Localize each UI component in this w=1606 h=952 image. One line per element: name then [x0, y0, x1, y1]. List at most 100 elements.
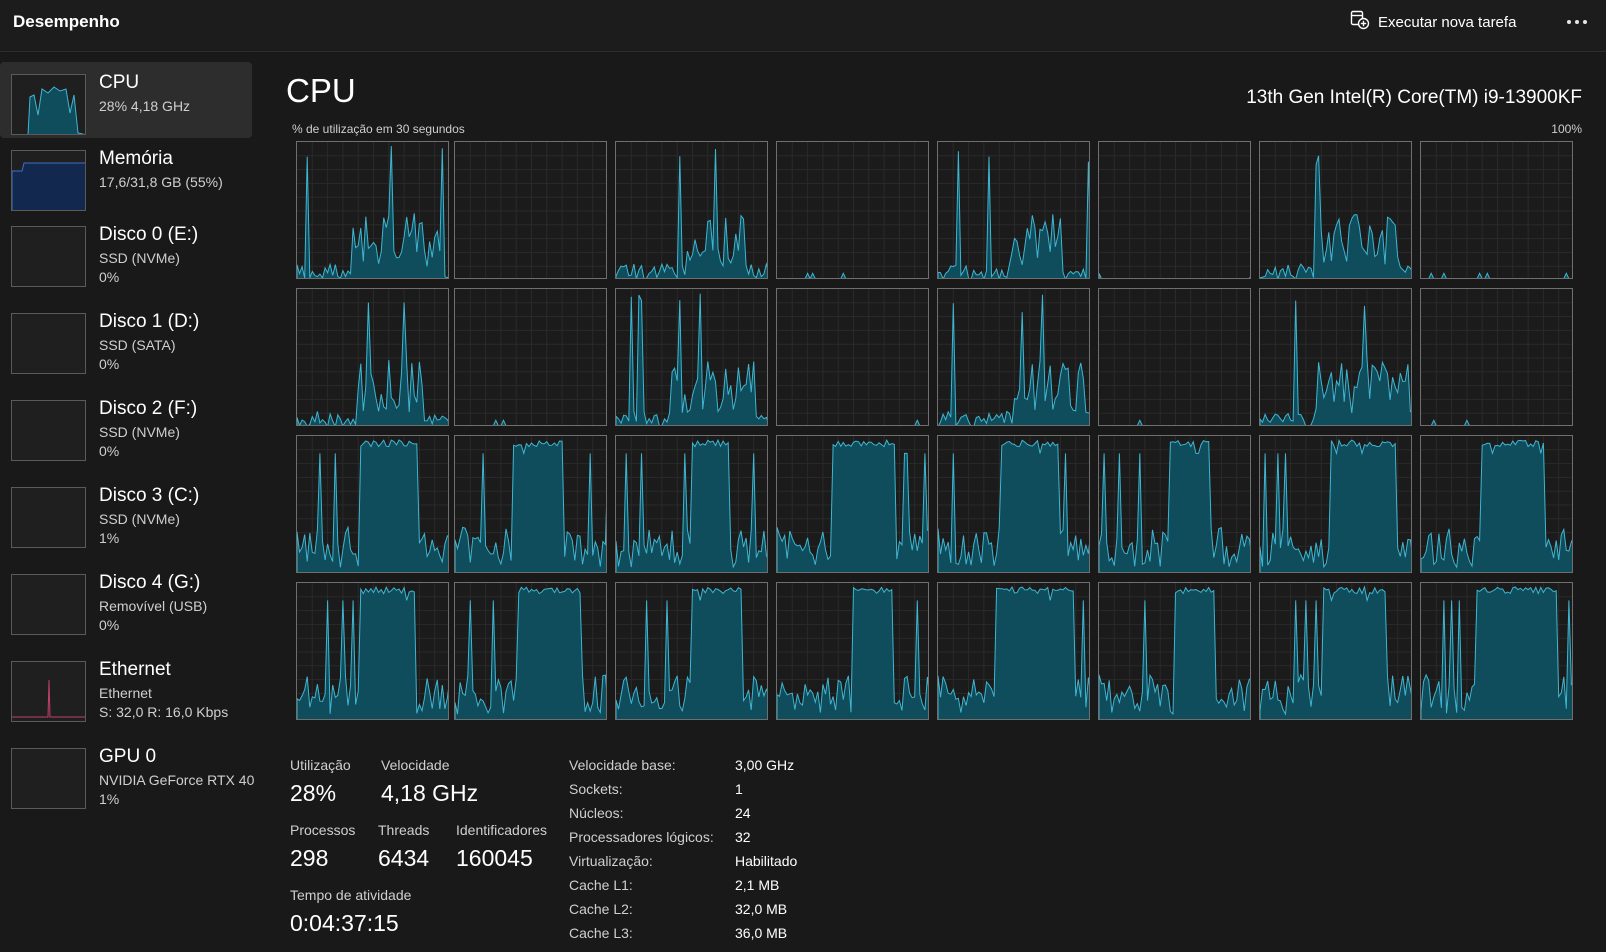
core-graph	[776, 288, 929, 426]
spec-value: 32	[735, 829, 751, 845]
core-usage-line	[777, 586, 928, 719]
spec-value: Habilitado	[735, 853, 798, 869]
sidebar-item-title: Disco 2 (F:)	[99, 398, 198, 419]
sidebar-item-subtitle: 28% 4,18 GHz	[99, 98, 191, 114]
utilization-value: 28%	[290, 780, 337, 806]
sidebar-thumbnail-graph	[11, 748, 86, 809]
sidebar-item-cpu-0[interactable]: CPU 28% 4,18 GHz	[0, 62, 252, 138]
processes-label: Processos	[290, 822, 356, 838]
spec-label: Cache L3:	[569, 925, 633, 941]
core-usage-line	[1137, 419, 1143, 425]
core-graph	[1259, 141, 1412, 279]
task-manager-window: Desempenho Executar nova tarefa CPU 28% 4…	[0, 0, 1606, 952]
speed-label: Velocidade	[381, 757, 450, 773]
processes-value: 298	[290, 845, 329, 871]
sidebar-item-subtitle: SSD (NVMe)	[99, 511, 180, 527]
run-new-task-button[interactable]: Executar nova tarefa	[1350, 8, 1516, 36]
sidebar-thumbnail-graph	[11, 74, 86, 135]
core-usage-line	[616, 587, 767, 719]
core-usage-line	[938, 439, 1089, 572]
threads-value: 6434	[378, 845, 430, 871]
sidebar-item-disk-5[interactable]: Disco 3 (C:) SSD (NVMe) 1%	[0, 475, 252, 551]
sidebar-thumbnail-graph	[11, 661, 86, 722]
core-graph	[1259, 288, 1412, 426]
core-usage-line	[616, 293, 767, 425]
core-graph	[776, 435, 929, 573]
spec-value: 32,0 MB	[735, 901, 788, 917]
graph-caption: % de utilização em 30 segundos	[292, 122, 465, 136]
core-usage-line	[1260, 438, 1411, 572]
sidebar-item-disk-4[interactable]: Disco 2 (F:) SSD (NVMe) 0%	[0, 388, 252, 464]
spec-value: 36,0 MB	[735, 925, 788, 941]
sidebar-item-subtitle: 0%	[99, 617, 120, 633]
sidebar-item-subtitle: SSD (SATA)	[99, 337, 176, 353]
core-usage-line	[297, 302, 448, 425]
core-graph	[937, 288, 1090, 426]
core-usage-line	[914, 419, 921, 425]
core-usage-line	[938, 585, 1089, 719]
sidebar-item-gpu-8[interactable]: GPU 0 NVIDIA GeForce RTX 40 1%	[0, 736, 255, 812]
resource-sidebar: CPU 28% 4,18 GHz Memória 17,6/31,8 GB (55%)…	[0, 56, 262, 952]
core-graph	[776, 141, 929, 279]
sidebar-item-subtitle: S: 32,0 R: 16,0 Kbps	[99, 704, 229, 720]
sidebar-item-subtitle: 1%	[99, 530, 120, 546]
sidebar-item-disk-2[interactable]: Disco 0 (E:) SSD (NVMe) 0%	[0, 214, 252, 290]
sidebar-item-title: Memória	[99, 148, 173, 169]
more-options-button[interactable]	[1562, 8, 1592, 36]
handles-value: 160045	[456, 845, 533, 871]
core-usage-line	[616, 148, 767, 278]
cpu-model-name: 13th Gen Intel(R) Core(TM) i9-13900KF	[1246, 87, 1582, 108]
core-graph	[1420, 582, 1573, 720]
sidebar-thumbnail-graph	[11, 400, 86, 461]
more-icon	[1567, 20, 1571, 24]
core-graph	[776, 582, 929, 720]
spec-label: Virtualização:	[569, 853, 653, 869]
core-usage-line	[938, 151, 1089, 278]
core-graph	[454, 582, 607, 720]
core-usage-line	[455, 586, 606, 719]
handles-label: Identificadores	[456, 822, 548, 838]
core-usage-line	[804, 272, 847, 278]
sidebar-item-subtitle: NVIDIA GeForce RTX 40	[99, 772, 255, 788]
core-graph	[296, 288, 449, 426]
core-graph	[1420, 288, 1573, 426]
utilization-label: Utilização	[290, 757, 351, 773]
sidebar-thumbnail-graph	[11, 313, 86, 374]
core-graph	[937, 582, 1090, 720]
core-usage-line	[1260, 585, 1411, 719]
uptime-label: Tempo de atividade	[290, 887, 412, 903]
sidebar-item-title: Disco 3 (C:)	[99, 485, 200, 506]
core-usage-line	[1099, 439, 1250, 572]
thumbnail-line	[27, 86, 85, 134]
sidebar-item-title: CPU	[99, 72, 140, 93]
sidebar-item-subtitle: Ethernet	[99, 685, 152, 701]
sidebar-item-disk-6[interactable]: Disco 4 (G:) Removível (USB) 0%	[0, 562, 252, 638]
core-usage-line	[297, 585, 448, 719]
core-graph	[615, 582, 768, 720]
graph-max-label: 100%	[1551, 122, 1582, 136]
sidebar-item-title: Disco 1 (D:)	[99, 311, 200, 332]
core-graph	[937, 141, 1090, 279]
sidebar-item-subtitle: 0%	[99, 443, 120, 459]
spec-label: Núcleos:	[569, 805, 624, 821]
core-usage-line	[297, 146, 448, 278]
core-graph	[1098, 141, 1251, 279]
core-graph	[1098, 288, 1251, 426]
sidebar-item-disk-3[interactable]: Disco 1 (D:) SSD (SATA) 0%	[0, 301, 252, 377]
core-graph	[454, 435, 607, 573]
core-graph	[296, 582, 449, 720]
spec-value: 2,1 MB	[735, 877, 780, 893]
spec-value: 3,00 GHz	[735, 757, 795, 773]
core-graph	[615, 141, 768, 279]
run-task-label: Executar nova tarefa	[1378, 13, 1517, 31]
spec-label: Velocidade base:	[569, 757, 676, 773]
threads-label: Threads	[378, 822, 430, 838]
core-graph	[1098, 582, 1251, 720]
sidebar-item-net-7[interactable]: Ethernet Ethernet S: 32,0 R: 16,0 Kbps	[0, 649, 252, 725]
core-usage-line	[297, 439, 448, 572]
sidebar-item-subtitle: 1%	[99, 791, 120, 807]
sidebar-item-mem-1[interactable]: Memória 17,6/31,8 GB (55%)	[0, 138, 252, 214]
core-usage-line	[493, 419, 507, 425]
core-graph	[615, 288, 768, 426]
sidebar-item-subtitle: 0%	[99, 356, 120, 372]
